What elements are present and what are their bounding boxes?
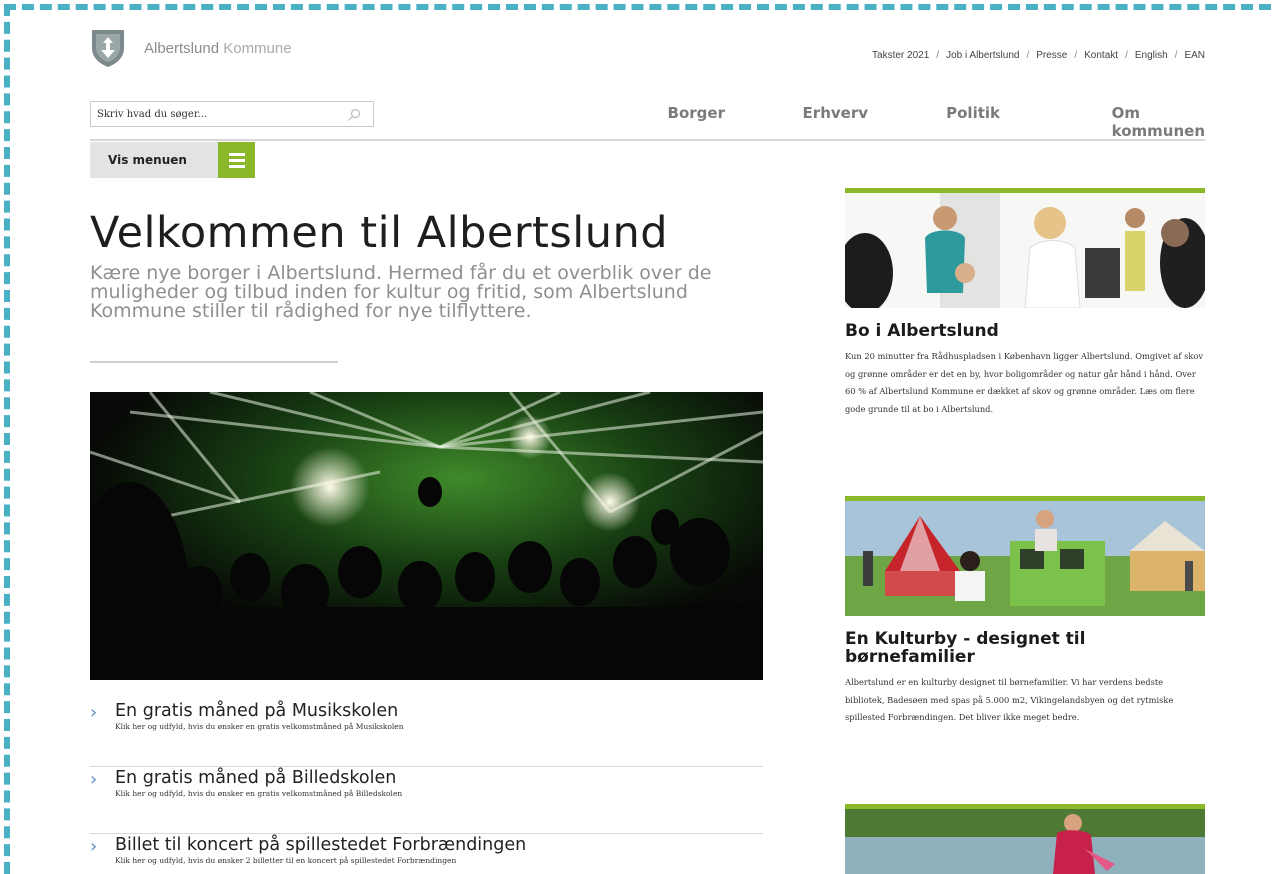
card-photo-people <box>845 193 1205 308</box>
card-text: Kun 20 minutter fra Rådhuspladsen i Købe… <box>845 351 1204 414</box>
chevron-right-icon: › <box>90 702 98 723</box>
search-box <box>90 101 374 127</box>
list-item[interactable]: › Billet til koncert på spillestedet For… <box>90 834 763 874</box>
separator: / <box>1074 50 1078 61</box>
chevron-right-icon: › <box>90 836 98 857</box>
sidebar-card-bo-i-albertslund[interactable]: Bo i Albertslund Kun 20 minutter fra Råd… <box>845 188 1205 418</box>
list-item-description: Klik her og udfyld, hvis du ønsker en gr… <box>115 789 403 798</box>
list-item-description: Klik her og udfyld, hvis du ønsker en gr… <box>115 722 404 731</box>
list-item-title[interactable]: En gratis måned på Billedskolen <box>115 767 763 789</box>
search-input[interactable] <box>91 102 341 127</box>
nav-politik[interactable]: Politik <box>946 104 1000 122</box>
top-link-kontakt[interactable]: Kontakt <box>1084 50 1118 61</box>
show-menu-button[interactable]: Vis menuen <box>90 142 255 178</box>
hamburger-icon <box>218 142 255 178</box>
nav-om-kommunen[interactable]: Om kommunen <box>1112 104 1205 140</box>
card-title[interactable]: Bo i Albertslund <box>845 322 1205 340</box>
top-link-takster[interactable]: Takster 2021 <box>872 50 929 61</box>
brand-name-part2: Kommune <box>223 39 292 57</box>
sidebar-card-third[interactable] <box>845 804 1205 874</box>
card-photo-lake <box>845 809 1205 874</box>
list-item[interactable]: › En gratis måned på Musikskolen Klik he… <box>90 700 763 767</box>
card-text: Albertslund er en kulturby designet til … <box>845 677 1174 723</box>
chevron-right-icon: › <box>90 769 98 790</box>
separator: / <box>1174 50 1178 61</box>
list-item-description: Klik her og udfyld, hvis du ønsker 2 bil… <box>115 856 457 865</box>
sidebar-card-kulturby[interactable]: En Kulturby - designet til børnefamilier… <box>845 496 1205 727</box>
show-menu-label: Vis menuen <box>108 153 187 167</box>
concert-photo <box>90 392 763 680</box>
people-illustration <box>845 193 1205 308</box>
top-link-presse[interactable]: Presse <box>1036 50 1067 61</box>
offer-links-list: › En gratis måned på Musikskolen Klik he… <box>90 700 763 874</box>
page-container: Albertslund Kommune Takster 2021 / Job i… <box>90 0 1205 874</box>
brand-name-part1: Albertslund <box>144 39 220 57</box>
concert-illustration <box>90 392 763 680</box>
list-item[interactable]: › En gratis måned på Billedskolen Klik h… <box>90 767 763 834</box>
intro-text: Kære nye borger i Albertslund. Hermed få… <box>90 262 712 322</box>
utility-links: Takster 2021 / Job i Albertslund / Press… <box>872 50 1205 61</box>
list-item-title[interactable]: Billet til koncert på spillestedet Forbr… <box>115 834 763 856</box>
header-divider <box>90 139 1205 141</box>
separator: / <box>936 50 940 61</box>
search-icon[interactable] <box>347 108 361 122</box>
card-photo-festival <box>845 501 1205 616</box>
festival-illustration <box>845 501 1205 616</box>
list-item-title[interactable]: En gratis måned på Musikskolen <box>115 700 763 722</box>
brand-name: Albertslund Kommune <box>144 40 292 57</box>
site-logo[interactable]: Albertslund Kommune <box>90 28 292 68</box>
lake-illustration <box>845 809 1205 874</box>
top-link-ean[interactable]: EAN <box>1184 50 1205 61</box>
nav-erhverv[interactable]: Erhverv <box>803 104 868 122</box>
card-title[interactable]: En Kulturby - designet til børnefamilier <box>845 630 1205 666</box>
coat-of-arms-icon <box>92 30 124 67</box>
page-title: Velkommen til Albertslund <box>90 208 669 258</box>
nav-borger[interactable]: Borger <box>668 104 725 122</box>
separator: / <box>1125 50 1128 61</box>
separator: / <box>1026 50 1030 61</box>
intro-divider <box>90 361 338 363</box>
top-link-english[interactable]: English <box>1135 50 1168 61</box>
top-link-job[interactable]: Job i Albertslund <box>946 50 1019 61</box>
